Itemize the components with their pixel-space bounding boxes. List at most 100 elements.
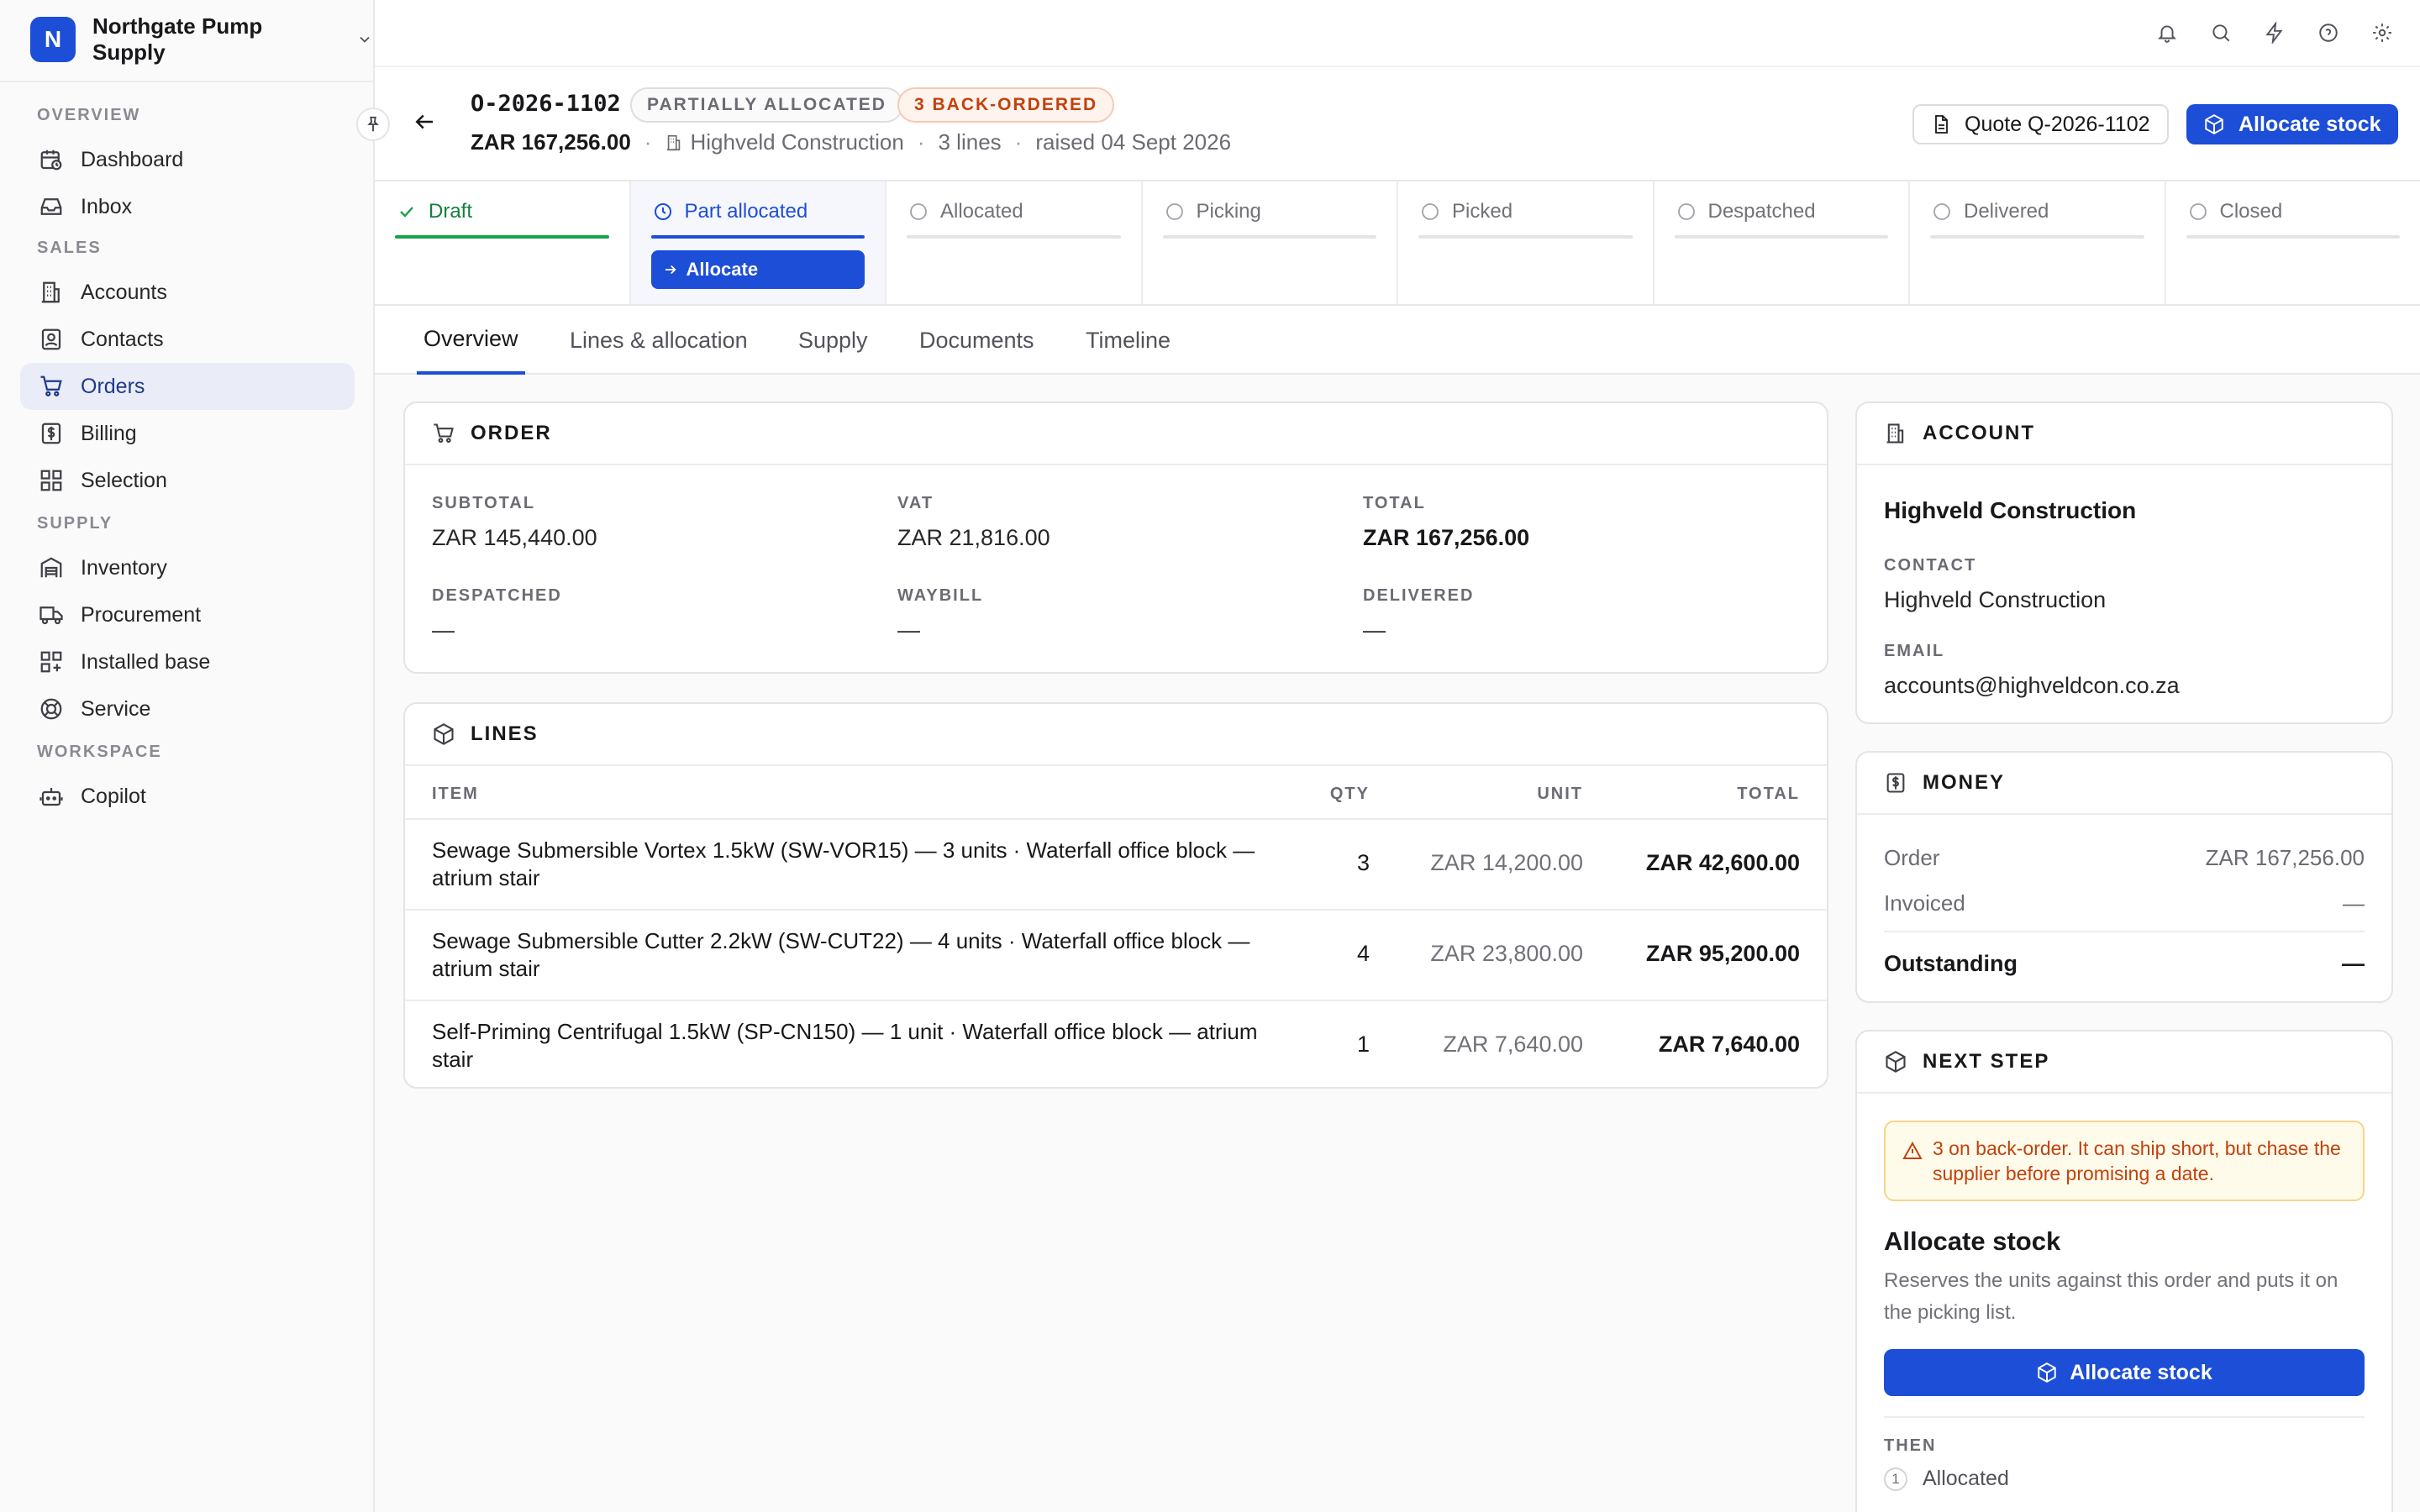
- then-label: THEN: [1884, 1436, 1937, 1455]
- step-allocate-button[interactable]: Allocate: [650, 250, 865, 289]
- sidebar-item-selection[interactable]: Selection: [20, 457, 355, 504]
- sidebar-item-accounts[interactable]: Accounts: [20, 269, 355, 316]
- back-button[interactable]: [412, 109, 437, 134]
- card-title: ORDER: [471, 422, 552, 444]
- money-value: —: [2342, 951, 2365, 976]
- step-closed[interactable]: Closed: [2166, 181, 2420, 304]
- tab-overview[interactable]: Overview: [417, 306, 525, 375]
- step-picked[interactable]: Picked: [1398, 181, 1655, 304]
- help-icon[interactable]: [2314, 18, 2343, 47]
- grid-icon: [37, 466, 66, 495]
- divider: [1884, 1416, 2365, 1418]
- table-row[interactable]: Sewage Submersible Vortex 1.5kW (SW-VOR1…: [405, 820, 1827, 911]
- nav-section-workspace: WORKSPACE: [37, 743, 162, 761]
- field-label: TOTAL: [1363, 494, 1426, 512]
- gear-icon[interactable]: [2368, 18, 2396, 47]
- chevron-down-icon: [356, 31, 373, 48]
- allocate-stock-cta-button[interactable]: Allocate stock: [1884, 1349, 2365, 1396]
- step-delivered[interactable]: Delivered: [1910, 181, 2166, 304]
- sidebar-item-orders[interactable]: Orders: [20, 363, 355, 410]
- sidebar-item-dashboard[interactable]: Dashboard: [20, 136, 355, 183]
- step-label: Picking: [1196, 200, 1261, 223]
- field-value: Highveld Construction: [1884, 587, 2107, 612]
- separator: ·: [917, 129, 925, 155]
- tab-supply[interactable]: Supply: [792, 306, 875, 375]
- step-label: Allocated: [940, 200, 1023, 223]
- sidebar-item-copilot[interactable]: Copilot: [20, 773, 355, 820]
- arrow-right-icon: [663, 262, 687, 277]
- total-field: TOTAL ZAR 167,256.00: [1363, 494, 1529, 551]
- step-progress-bar: [1162, 235, 1376, 239]
- sidebar-item-inbox[interactable]: Inbox: [20, 183, 355, 230]
- bolt-icon[interactable]: [2260, 18, 2289, 47]
- main-content: ORDER SUBTOTAL ZAR 145,440.00 VAT ZAR 21,8…: [375, 375, 2420, 1512]
- step-label: Picked: [1452, 200, 1513, 223]
- field-value: ZAR 145,440.00: [432, 525, 597, 550]
- line-total: ZAR 42,600.00: [1645, 850, 1800, 875]
- step-action-label: Allocate: [686, 259, 759, 280]
- sidebar-item-contacts[interactable]: Contacts: [20, 316, 355, 363]
- allocate-stock-button[interactable]: Allocate stock: [2186, 104, 2398, 144]
- line-total: ZAR 95,200.00: [1645, 941, 1800, 966]
- sidebar-item-label: Orders: [81, 374, 145, 398]
- table-row[interactable]: Sewage Submersible Cutter 2.2kW (SW-CUT2…: [405, 911, 1827, 1001]
- line-item-description: Self-Priming Centrifugal 1.5kW (SP-CN150…: [432, 1019, 1258, 1072]
- step-despatched[interactable]: Despatched: [1655, 181, 1910, 304]
- sidebar-item-service[interactable]: Service: [20, 685, 355, 732]
- field-label: VAT: [897, 494, 934, 512]
- money-label: Order: [1884, 845, 1940, 870]
- tab-lines-allocation[interactable]: Lines & allocation: [563, 306, 755, 375]
- quote-label: Quote Q-2026-1102: [1965, 112, 2150, 136]
- tab-documents[interactable]: Documents: [913, 306, 1041, 375]
- line-total: ZAR 7,640.00: [1658, 1032, 1800, 1057]
- sidebar-item-inventory[interactable]: Inventory: [20, 544, 355, 591]
- account-name[interactable]: Highveld Construction: [1884, 497, 2136, 524]
- org-name: Northgate Pump Supply: [92, 13, 263, 65]
- tab-bar: Overview Lines & allocation Supply Docum…: [375, 306, 2420, 375]
- quote-link-button[interactable]: Quote Q-2026-1102: [1912, 104, 2169, 144]
- card-header: NEXT STEP: [1857, 1032, 2391, 1094]
- line-unit-price: ZAR 7,640.00: [1443, 1032, 1583, 1057]
- field-label: WAYBILL: [897, 586, 984, 605]
- lines-card: LINES ITEM QTY UNIT TOTAL Sewage Submers…: [403, 702, 1828, 1089]
- org-switcher[interactable]: N Northgate Pump Supply: [30, 13, 373, 65]
- email-link[interactable]: accounts@highveldcon.co.za: [1884, 673, 2180, 699]
- step-part-allocated[interactable]: Part allocated Allocate: [630, 181, 886, 304]
- sidebar-item-label: Installed base: [81, 649, 211, 674]
- money-label: Invoiced: [1884, 890, 1965, 916]
- pin-icon: [364, 115, 382, 134]
- account-link[interactable]: Highveld Construction: [690, 129, 903, 155]
- step-label: Part allocated: [684, 200, 808, 223]
- warning-text: 3 on back-order. It can ship short, but …: [1933, 1137, 2341, 1184]
- sidebar-item-billing[interactable]: Billing: [20, 410, 355, 457]
- card-title: NEXT STEP: [1923, 1050, 2050, 1073]
- field-label: DESPATCHED: [432, 586, 562, 605]
- circle-icon: [1165, 202, 1185, 222]
- column-header-unit: UNIT: [1537, 785, 1583, 803]
- sidebar-item-label: Billing: [81, 421, 137, 445]
- bell-icon[interactable]: [2153, 18, 2181, 47]
- sidebar-item-label: Selection: [81, 468, 167, 492]
- step-progress-bar: [395, 235, 609, 239]
- grid-plus-icon: [37, 648, 66, 676]
- box-icon: [432, 722, 471, 746]
- step-picking[interactable]: Picking: [1143, 181, 1398, 304]
- sidebar-item-procurement[interactable]: Procurement: [20, 591, 355, 638]
- nav-section-sales: SALES: [37, 239, 102, 257]
- column-header-item: ITEM: [432, 785, 479, 803]
- line-qty: 3: [1356, 850, 1370, 875]
- button-label: Allocate stock: [2070, 1360, 2212, 1384]
- sidebar-item-label: Inventory: [81, 555, 167, 580]
- table-row[interactable]: Self-Priming Centrifugal 1.5kW (SP-CN150…: [405, 1001, 1827, 1089]
- building-icon: [37, 278, 66, 307]
- step-draft[interactable]: Draft: [375, 181, 631, 304]
- tab-timeline[interactable]: Timeline: [1079, 306, 1177, 375]
- search-icon[interactable]: [2207, 18, 2235, 47]
- next-step-card: NEXT STEP 3 on back-order. It can ship s…: [1855, 1030, 2393, 1512]
- circle-icon: [1420, 202, 1440, 222]
- backorder-warning: 3 on back-order. It can ship short, but …: [1884, 1121, 2365, 1201]
- pin-sidebar-button[interactable]: [356, 108, 390, 141]
- step-allocated[interactable]: Allocated: [886, 181, 1143, 304]
- field-value: —: [897, 617, 920, 643]
- sidebar-item-installed-base[interactable]: Installed base: [20, 638, 355, 685]
